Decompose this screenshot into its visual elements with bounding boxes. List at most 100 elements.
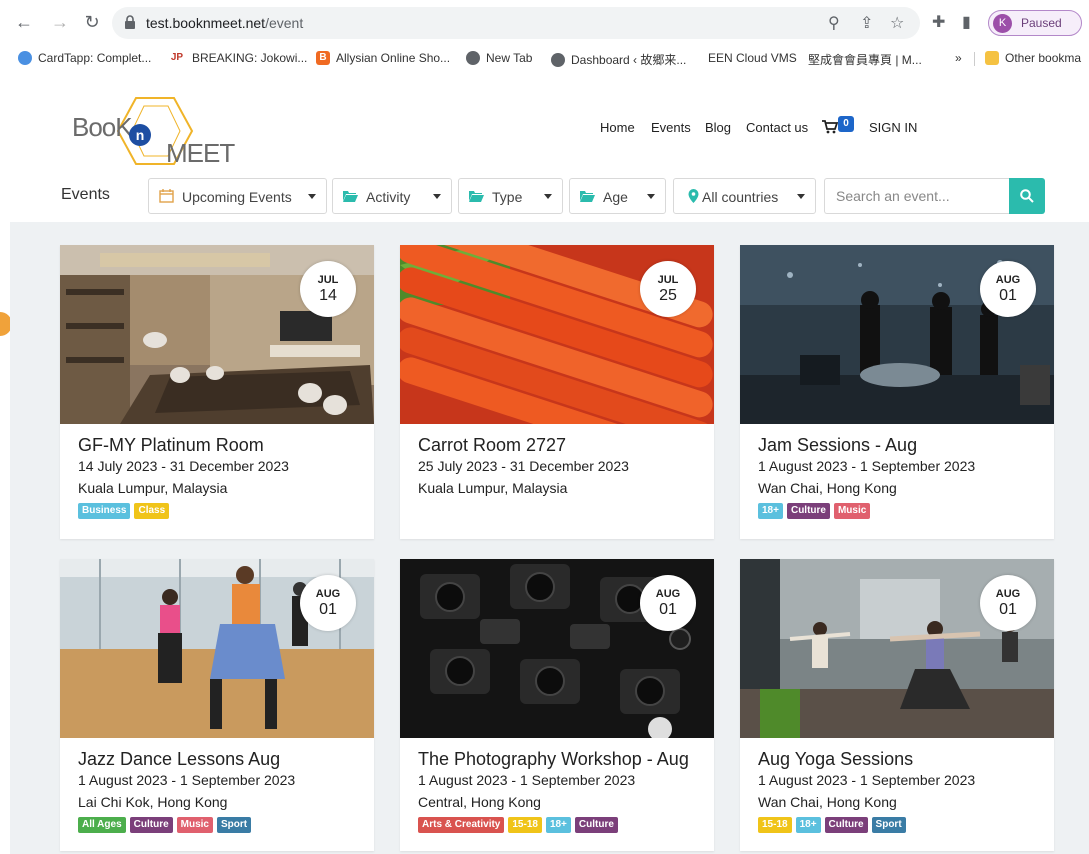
bookmark-item[interactable]: B Allysian Online Sho...	[316, 51, 450, 65]
event-title[interactable]: Carrot Room 2727	[418, 435, 566, 456]
event-date-range: 14 July 2023 - 31 December 2023	[78, 458, 289, 474]
bookmark-item[interactable]: JP BREAKING: Jokowi...	[168, 51, 307, 65]
category-tag[interactable]: Culture	[574, 817, 618, 833]
nav-blog[interactable]: Blog	[705, 120, 731, 135]
cart-count-badge: 0	[838, 116, 854, 132]
type-dropdown[interactable]: Type	[458, 178, 563, 214]
event-title[interactable]: Jam Sessions - Aug	[758, 435, 917, 456]
search-button[interactable]	[1009, 178, 1045, 214]
category-tag[interactable]: Music	[833, 503, 871, 519]
search-icon	[1020, 189, 1034, 203]
category-tag[interactable]: Culture	[786, 503, 830, 519]
category-tag[interactable]: 15-18	[758, 817, 792, 833]
event-card[interactable]: AUG 01 Jazz Dance Lessons Aug 1 August 20…	[60, 559, 374, 851]
category-tag[interactable]: Business	[78, 503, 131, 519]
event-day: 14	[319, 287, 337, 304]
event-location: Central, Hong Kong	[418, 794, 541, 810]
event-title[interactable]: The Photography Workshop - Aug	[418, 749, 689, 770]
bookmark-item[interactable]: 堅成會會員專頁 | M...	[808, 51, 922, 68]
event-title[interactable]: Aug Yoga Sessions	[758, 749, 913, 770]
lock-icon	[125, 15, 135, 29]
event-month: JUL	[657, 274, 679, 286]
side-panel-icon[interactable]: ▮	[962, 12, 971, 32]
countries-dropdown[interactable]: All countries	[673, 178, 816, 214]
browser-chrome: ← → ↻ test.booknmeet.net/event ⚲ ⇪ ☆ ✚ ▮…	[0, 0, 1089, 78]
category-tag[interactable]: 18+	[758, 503, 783, 519]
bookmark-label: CardTapp: Complet...	[38, 51, 152, 65]
folder-open-icon	[469, 191, 484, 202]
bookmark-label: BREAKING: Jokowi...	[192, 51, 308, 65]
cart-icon[interactable]	[822, 120, 838, 134]
event-card[interactable]: JUL 14 GF-MY Platinum Room 14 July 2023 -…	[60, 245, 374, 539]
category-tag[interactable]: Sport	[871, 817, 906, 833]
site-logo[interactable]: BooK n MEET	[72, 92, 242, 168]
event-title[interactable]: Jazz Dance Lessons Aug	[78, 749, 280, 770]
blogger-icon: B	[316, 51, 330, 65]
event-card[interactable]: AUG 01 The Photography Workshop - Aug 1 A…	[400, 559, 714, 851]
other-bookmarks[interactable]: Other bookma	[985, 51, 1081, 65]
jp-logo-icon: JP	[168, 51, 186, 65]
event-month: AUG	[655, 588, 681, 600]
event-card[interactable]: AUG 01 Aug Yoga Sessions 1 August 2023 - …	[740, 559, 1054, 851]
reload-icon[interactable]: ↻	[80, 10, 104, 34]
bookmark-label: 堅成會會員專頁 | M...	[808, 53, 922, 67]
event-date-range: 1 August 2023 - 1 September 2023	[758, 772, 976, 788]
event-date-badge: JUL 25	[640, 261, 696, 317]
event-title[interactable]: GF-MY Platinum Room	[78, 435, 264, 456]
sign-in-link[interactable]: SIGN IN	[869, 120, 917, 135]
nav-home[interactable]: Home	[600, 120, 635, 135]
bookmarks-overflow-button[interactable]: »	[955, 51, 962, 65]
map-marker-icon	[688, 189, 699, 203]
event-day: 01	[999, 287, 1017, 304]
category-tag[interactable]: Sport	[216, 817, 252, 833]
bookmark-star-icon[interactable]: ☆	[890, 13, 904, 33]
event-date-badge: AUG 01	[640, 575, 696, 631]
zoom-icon[interactable]: ⚲	[828, 13, 840, 33]
age-dropdown[interactable]: Age	[569, 178, 666, 214]
nav-contact[interactable]: Contact us	[746, 120, 808, 135]
divider	[974, 52, 975, 66]
event-date-badge: AUG 01	[980, 575, 1036, 631]
event-location: Kuala Lumpur, Malaysia	[418, 480, 568, 496]
category-tag[interactable]: 15-18	[508, 817, 542, 833]
globe-icon	[551, 52, 565, 67]
bookmark-item[interactable]: CardTapp: Complet...	[18, 51, 151, 65]
profile-button[interactable]: K Paused	[988, 10, 1082, 36]
event-date-badge: JUL 14	[300, 261, 356, 317]
event-day: 01	[319, 601, 337, 618]
event-date-range: 1 August 2023 - 1 September 2023	[78, 772, 296, 788]
bookmark-favicon-icon	[18, 51, 32, 65]
event-location: Kuala Lumpur, Malaysia	[78, 480, 228, 496]
category-tag[interactable]: Culture	[824, 817, 868, 833]
forward-arrow-icon[interactable]: →	[48, 10, 72, 34]
category-tag[interactable]: Music	[176, 817, 213, 833]
bookmarks-bar: CardTapp: Complet... JP BREAKING: Jokowi.…	[0, 46, 1089, 72]
address-bar[interactable]: test.booknmeet.net/event ⚲ ⇪ ☆	[112, 7, 920, 39]
overflow-label: »	[955, 51, 962, 65]
bookmark-item[interactable]: New Tab	[466, 51, 532, 65]
extensions-icon[interactable]: ✚	[932, 12, 945, 32]
nav-events[interactable]: Events	[651, 120, 691, 135]
category-tag[interactable]: Class	[134, 503, 170, 519]
event-date-range: 1 August 2023 - 1 September 2023	[758, 458, 976, 474]
event-card[interactable]: JUL 25 Carrot Room 2727 25 July 2023 - 31…	[400, 245, 714, 539]
event-day: 01	[659, 601, 677, 618]
event-month: AUG	[995, 274, 1021, 286]
upcoming-events-dropdown[interactable]: Upcoming Events	[148, 178, 327, 214]
search-input[interactable]	[824, 178, 1010, 214]
event-card[interactable]: AUG 01 Jam Sessions - Aug 1 August 2023 -…	[740, 245, 1054, 539]
activity-dropdown[interactable]: Activity	[332, 178, 452, 214]
category-tag[interactable]: 18+	[545, 817, 571, 833]
bookmark-item[interactable]: EEN Cloud VMS	[708, 51, 797, 65]
category-tag[interactable]: 18+	[795, 817, 821, 833]
category-tag[interactable]: Culture	[129, 817, 173, 833]
category-tag[interactable]: All Ages	[78, 817, 126, 833]
bookmark-item[interactable]: Dashboard ‹ 故郷来...	[551, 51, 686, 68]
chevron-down-icon	[544, 194, 552, 199]
folder-open-icon	[580, 191, 595, 202]
share-icon[interactable]: ⇪	[860, 13, 873, 33]
event-tags: All Ages Culture Music Sport	[78, 817, 252, 833]
back-arrow-icon[interactable]: ←	[12, 10, 36, 34]
event-day: 01	[999, 601, 1017, 618]
category-tag[interactable]: Arts & Creativity	[418, 817, 505, 833]
